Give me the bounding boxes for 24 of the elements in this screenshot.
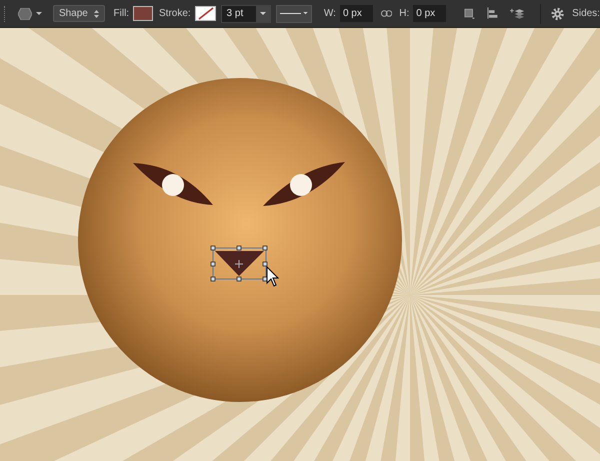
align-icon[interactable] bbox=[486, 7, 498, 20]
link-icon[interactable] bbox=[380, 10, 392, 17]
mode-dropdown[interactable]: Shape bbox=[52, 5, 105, 22]
caret-icon bbox=[36, 12, 42, 16]
stroke-width-field[interactable]: 3 pt bbox=[220, 4, 271, 22]
settings-icon[interactable] bbox=[550, 6, 564, 20]
caret-icon bbox=[302, 12, 308, 15]
path-operations-icon[interactable] bbox=[464, 8, 475, 20]
caret-icon bbox=[260, 12, 266, 16]
width-field[interactable]: 0 px bbox=[340, 5, 373, 22]
stroke-swatch[interactable] bbox=[194, 6, 216, 21]
height-label: H: bbox=[399, 7, 410, 21]
dropdown-button[interactable] bbox=[256, 6, 270, 22]
stroke-style-dropdown[interactable] bbox=[276, 4, 312, 22]
shape-tool-button[interactable] bbox=[18, 8, 42, 20]
fill-label: Fill: bbox=[114, 7, 130, 21]
sides-label: Sides: bbox=[572, 7, 600, 21]
arrange-layers-icon[interactable] bbox=[510, 6, 526, 20]
stroke-label: Stroke: bbox=[159, 7, 191, 21]
height-field[interactable]: 0 px bbox=[413, 5, 446, 22]
stepper-arrows-icon bbox=[94, 10, 99, 18]
hexagon-icon bbox=[18, 8, 32, 20]
fill-swatch[interactable] bbox=[133, 6, 153, 21]
width-label: W: bbox=[324, 7, 336, 21]
